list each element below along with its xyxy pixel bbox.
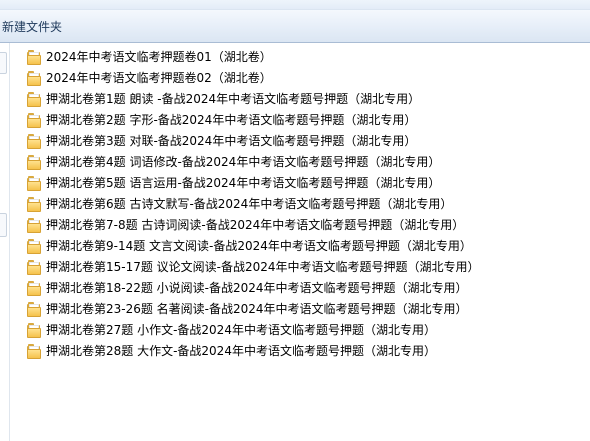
folder-name: 押湖北卷第9-14题 文言文阅读-备战2024年中考语文临考题号押题（湖北专用） xyxy=(46,239,472,253)
navigation-pane-item[interactable] xyxy=(0,213,7,237)
folder-item[interactable]: 押湖北卷第28题 大作文-备战2024年中考语文临考题号押题（湖北专用） xyxy=(26,341,586,362)
folder-item[interactable]: 押湖北卷第23-26题 名著阅读-备战2024年中考语文临考题号押题（湖北专用） xyxy=(26,299,586,320)
command-toolbar: 新建文件夹 xyxy=(0,10,590,43)
folder-icon xyxy=(26,323,41,338)
folder-item[interactable]: 押湖北卷第7-8题 古诗词阅读-备战2024年中考语文临考题号押题（湖北专用） xyxy=(26,215,586,236)
folder-name: 押湖北卷第5题 语言运用-备战2024年中考语文临考题号押题（湖北专用） xyxy=(46,176,441,190)
folder-name: 押湖北卷第23-26题 名著阅读-备战2024年中考语文临考题号押题（湖北专用） xyxy=(46,302,468,316)
folder-icon xyxy=(26,113,41,128)
folder-icon xyxy=(26,134,41,149)
folder-item[interactable]: 押湖北卷第27题 小作文-备战2024年中考语文临考题号押题（湖北专用） xyxy=(26,320,586,341)
folder-icon xyxy=(26,50,41,65)
folder-item[interactable]: 押湖北卷第18-22题 小说阅读-备战2024年中考语文临考题号押题（湖北专用） xyxy=(26,278,586,299)
folder-item[interactable]: 押湖北卷第9-14题 文言文阅读-备战2024年中考语文临考题号押题（湖北专用） xyxy=(26,236,586,257)
folder-icon xyxy=(26,239,41,254)
folder-name: 2024年中考语文临考押题卷02（湖北卷） xyxy=(46,71,272,85)
new-folder-label: 新建文件夹 xyxy=(2,19,63,34)
folder-name: 2024年中考语文临考押题卷01（湖北卷） xyxy=(46,50,272,64)
folder-icon xyxy=(26,155,41,170)
navigation-pane-item[interactable] xyxy=(0,52,7,74)
new-folder-button[interactable]: 新建文件夹 xyxy=(0,14,70,38)
folder-item[interactable]: 押湖北卷第6题 古诗文默写-备战2024年中考语文临考题号押题（湖北专用） xyxy=(26,194,586,215)
folder-name: 押湖北卷第15-17题 议论文阅读-备战2024年中考语文临考题号押题（湖北专用… xyxy=(46,260,480,274)
file-list: 2024年中考语文临考押题卷01（湖北卷） 2024年中考语文临考押题卷02（湖… xyxy=(26,47,586,362)
folder-name: 押湖北卷第7-8题 古诗词阅读-备战2024年中考语文临考题号押题（湖北专用） xyxy=(46,218,465,232)
navigation-pane[interactable] xyxy=(0,43,10,441)
folder-item[interactable]: 押湖北卷第3题 对联-备战2024年中考语文临考题号押题（湖北专用） xyxy=(26,131,586,152)
folder-name: 押湖北卷第6题 古诗文默写-备战2024年中考语文临考题号押题（湖北专用） xyxy=(46,197,453,211)
folder-icon xyxy=(26,71,41,86)
folder-name: 押湖北卷第28题 大作文-备战2024年中考语文临考题号押题（湖北专用） xyxy=(46,344,436,358)
folder-item[interactable]: 押湖北卷第1题 朗读 -备战2024年中考语文临考题号押题（湖北专用） xyxy=(26,89,586,110)
folder-item[interactable]: 押湖北卷第4题 词语修改-备战2024年中考语文临考题号押题（湖北专用） xyxy=(26,152,586,173)
explorer-window: 新建文件夹 2024年中考语文临考押题卷01（湖北卷） 2024年中考语文临考押… xyxy=(0,0,590,441)
folder-icon xyxy=(26,197,41,212)
folder-icon xyxy=(26,176,41,191)
folder-icon xyxy=(26,260,41,275)
folder-name: 押湖北卷第2题 字形-备战2024年中考语文临考题号押题（湖北专用） xyxy=(46,113,417,127)
address-bar-edge xyxy=(0,0,590,10)
folder-name: 押湖北卷第18-22题 小说阅读-备战2024年中考语文临考题号押题（湖北专用） xyxy=(46,281,468,295)
folder-item[interactable]: 押湖北卷第15-17题 议论文阅读-备战2024年中考语文临考题号押题（湖北专用… xyxy=(26,257,586,278)
folder-item[interactable]: 2024年中考语文临考押题卷01（湖北卷） xyxy=(26,47,586,68)
folder-name: 押湖北卷第27题 小作文-备战2024年中考语文临考题号押题（湖北专用） xyxy=(46,323,436,337)
folder-icon xyxy=(26,281,41,296)
folder-item[interactable]: 2024年中考语文临考押题卷02（湖北卷） xyxy=(26,68,586,89)
folder-name: 押湖北卷第1题 朗读 -备战2024年中考语文临考题号押题（湖北专用） xyxy=(46,92,421,106)
folder-item[interactable]: 押湖北卷第2题 字形-备战2024年中考语文临考题号押题（湖北专用） xyxy=(26,110,586,131)
folder-icon xyxy=(26,344,41,359)
folder-name: 押湖北卷第4题 词语修改-备战2024年中考语文临考题号押题（湖北专用） xyxy=(46,155,441,169)
folder-icon xyxy=(26,302,41,317)
folder-icon xyxy=(26,92,41,107)
folder-name: 押湖北卷第3题 对联-备战2024年中考语文临考题号押题（湖北专用） xyxy=(46,134,417,148)
folder-item[interactable]: 押湖北卷第5题 语言运用-备战2024年中考语文临考题号押题（湖北专用） xyxy=(26,173,586,194)
folder-icon xyxy=(26,218,41,233)
